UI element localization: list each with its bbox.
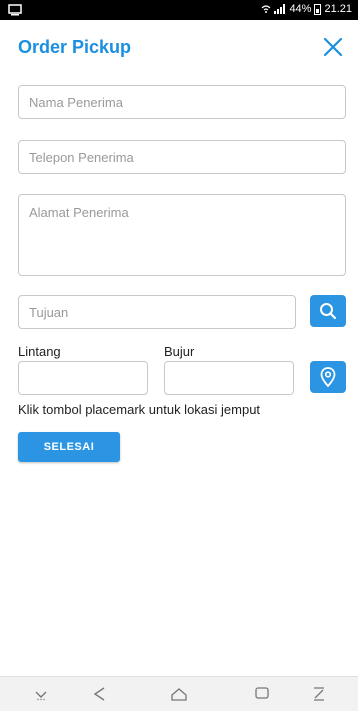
close-icon[interactable] bbox=[322, 36, 344, 58]
search-icon bbox=[320, 303, 337, 320]
back-icon[interactable] bbox=[92, 686, 106, 702]
destination-input[interactable] bbox=[18, 295, 296, 329]
screen-icon bbox=[8, 4, 22, 16]
placemark-button[interactable] bbox=[310, 361, 346, 393]
placemark-hint: Klik tombol placemark untuk lokasi jempu… bbox=[18, 402, 261, 417]
longitude-label: Bujur bbox=[164, 344, 195, 359]
system-nav-bar bbox=[0, 676, 358, 711]
clock: 21.21 bbox=[324, 3, 352, 15]
battery-percent: 44% bbox=[289, 3, 312, 15]
expand-icon[interactable] bbox=[312, 686, 326, 702]
recent-apps-icon[interactable] bbox=[254, 686, 270, 700]
latitude-label: Lintang bbox=[18, 344, 61, 359]
recipient-phone-input[interactable] bbox=[18, 140, 346, 174]
recipient-name-input[interactable] bbox=[18, 85, 346, 119]
submit-button[interactable]: SELESAI bbox=[18, 432, 120, 462]
signal-icon bbox=[274, 4, 286, 14]
status-bar: 44% 21.21 bbox=[0, 0, 358, 20]
map-pin-icon bbox=[320, 367, 336, 387]
latitude-input[interactable] bbox=[18, 361, 148, 395]
page-title: Order Pickup bbox=[18, 37, 132, 57]
battery-icon bbox=[314, 3, 322, 15]
recipient-address-input[interactable] bbox=[18, 194, 346, 276]
home-icon[interactable] bbox=[170, 686, 188, 702]
app-header: Order Pickup bbox=[0, 20, 358, 72]
search-button[interactable] bbox=[310, 295, 346, 327]
wifi-icon bbox=[262, 5, 271, 13]
longitude-input[interactable] bbox=[164, 361, 294, 395]
hide-keyboard-icon[interactable] bbox=[34, 689, 48, 701]
